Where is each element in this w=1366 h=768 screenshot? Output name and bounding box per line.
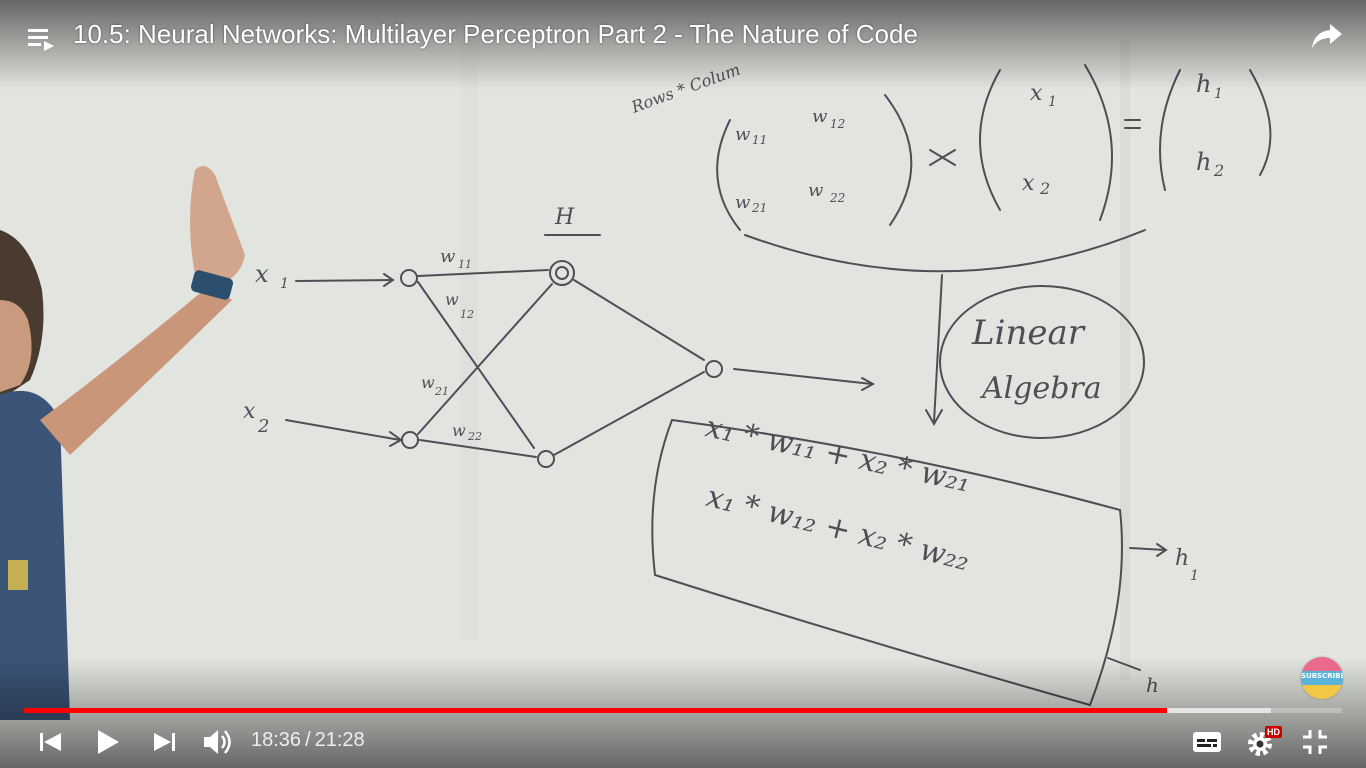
settings-button[interactable]: HD: [1244, 724, 1282, 760]
svg-text:w: w: [735, 124, 751, 145]
svg-text:Linear: Linear: [971, 313, 1086, 353]
svg-text:11: 11: [458, 258, 472, 271]
svg-text:2: 2: [1213, 161, 1224, 180]
progress-played: [24, 708, 1168, 713]
svg-text:w: w: [808, 180, 824, 201]
svg-text:22: 22: [467, 430, 482, 443]
svg-text:w: w: [440, 246, 456, 267]
svg-text:w: w: [452, 421, 466, 440]
captions-icon[interactable]: [1189, 724, 1225, 760]
subscribe-watermark[interactable]: SUBSCRIBE: [1301, 657, 1343, 699]
svg-text:11: 11: [752, 133, 767, 147]
whiteboard-drawing: x1 x2 H w11 w12 w21 w22 Rows * Colum w11…: [0, 0, 1366, 768]
share-icon[interactable]: [1310, 20, 1344, 50]
volume-icon[interactable]: [199, 724, 235, 760]
svg-text:1: 1: [1048, 94, 1057, 110]
svg-text:1: 1: [280, 276, 289, 292]
previous-icon[interactable]: [32, 724, 68, 760]
svg-text:h: h: [1196, 148, 1211, 176]
control-bar: 18:36/21:28 HD: [0, 716, 1366, 768]
duration: 21:28: [314, 729, 365, 751]
exit-fullscreen-icon[interactable]: [1297, 724, 1333, 760]
svg-text:x: x: [255, 260, 269, 288]
play-icon[interactable]: [89, 724, 125, 760]
current-time: 18:36: [251, 729, 302, 751]
svg-text:12: 12: [830, 117, 845, 131]
svg-text:22: 22: [829, 191, 845, 205]
playlist-icon[interactable]: [28, 26, 56, 52]
svg-text:w: w: [421, 373, 435, 392]
svg-text:21: 21: [434, 385, 449, 398]
title-bar: 10.5: Neural Networks: Multilayer Percep…: [0, 0, 1366, 70]
next-icon[interactable]: [147, 724, 183, 760]
time-display: 18:36/21:28: [251, 729, 365, 752]
subscribe-label: SUBSCRIBE: [1301, 672, 1343, 680]
svg-text:Algebra: Algebra: [979, 371, 1102, 406]
hd-badge: HD: [1265, 726, 1282, 738]
time-separator: /: [305, 729, 311, 751]
video-frame[interactable]: x1 x2 H w11 w12 w21 w22 Rows * Colum w11…: [0, 0, 1366, 768]
video-title[interactable]: 10.5: Neural Networks: Multilayer Percep…: [73, 19, 918, 50]
svg-text:w: w: [445, 290, 459, 309]
svg-text:21: 21: [751, 201, 767, 215]
svg-text:2: 2: [257, 416, 269, 437]
svg-text:2: 2: [1039, 179, 1050, 198]
svg-text:1: 1: [1190, 568, 1199, 584]
svg-text:12: 12: [460, 308, 474, 321]
svg-text:h: h: [1175, 546, 1189, 571]
svg-text:x: x: [243, 399, 256, 424]
progress-bar[interactable]: [24, 708, 1342, 713]
svg-text:H: H: [554, 205, 575, 230]
svg-text:x: x: [1022, 171, 1035, 196]
svg-text:w: w: [735, 192, 751, 213]
svg-text:w: w: [812, 106, 828, 127]
